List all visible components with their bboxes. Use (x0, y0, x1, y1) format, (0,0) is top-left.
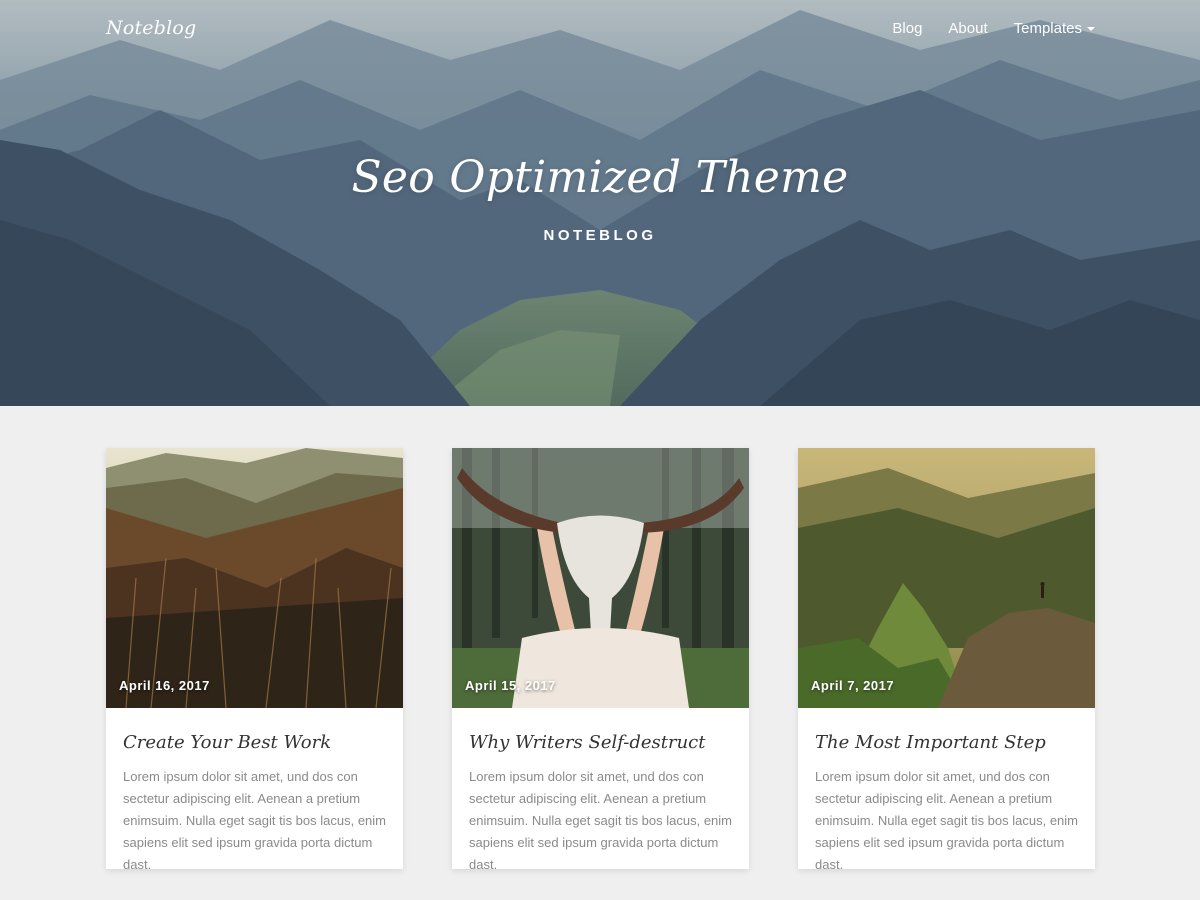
post-card[interactable]: April 7, 2017 The Most Important Step Lo… (798, 448, 1095, 872)
hero-banner: Noteblog Blog About Templates Seo Optimi… (0, 0, 1200, 406)
hero-subtitle: NOTEBLOG (543, 227, 657, 244)
post-title[interactable]: Create Your Best Work (123, 732, 386, 753)
caret-down-icon (1087, 27, 1095, 31)
post-date: April 15, 2017 (465, 678, 556, 693)
post-excerpt: Lorem ipsum dolor sit amet, und dos con … (469, 769, 733, 872)
nav-item-templates-label: Templates (1013, 19, 1082, 37)
hero-title: Seo Optimized Theme (351, 152, 849, 203)
post-card-image[interactable]: April 15, 2017 (452, 448, 749, 708)
post-card-body: The Most Important Step Lorem ipsum dolo… (798, 708, 1095, 876)
post-title[interactable]: Why Writers Self-destruct (469, 732, 732, 753)
post-title[interactable]: The Most Important Step (815, 732, 1078, 753)
post-card-image[interactable]: April 16, 2017 (106, 448, 403, 708)
top-navigation: Noteblog Blog About Templates (0, 0, 1200, 56)
post-image-mountain-peak (798, 448, 1095, 708)
post-excerpt: Lorem ipsum dolor sit amet, und dos con … (815, 769, 1079, 872)
nav-item-templates[interactable]: Templates (1014, 20, 1095, 37)
hero-text: Seo Optimized Theme NOTEBLOG (0, 152, 1200, 244)
post-card[interactable]: April 16, 2017 Create Your Best Work Lor… (106, 448, 403, 872)
post-date: April 16, 2017 (119, 678, 210, 693)
post-image-grassland (106, 448, 403, 708)
brand-logo-link[interactable]: Noteblog (106, 17, 196, 39)
nav-item-blog[interactable]: Blog (892, 20, 922, 37)
post-card-image[interactable]: April 7, 2017 (798, 448, 1095, 708)
post-grid: April 16, 2017 Create Your Best Work Lor… (106, 448, 1095, 872)
post-image-skull-forest (452, 448, 749, 708)
post-card[interactable]: April 15, 2017 Why Writers Self-destruct… (452, 448, 749, 872)
post-excerpt: Lorem ipsum dolor sit amet, und dos con … (123, 769, 387, 872)
post-card-body: Why Writers Self-destruct Lorem ipsum do… (452, 708, 749, 876)
nav-menu: Blog About Templates (892, 20, 1095, 37)
post-date: April 7, 2017 (811, 678, 895, 693)
post-card-body: Create Your Best Work Lorem ipsum dolor … (106, 708, 403, 876)
nav-item-about[interactable]: About (948, 20, 987, 37)
